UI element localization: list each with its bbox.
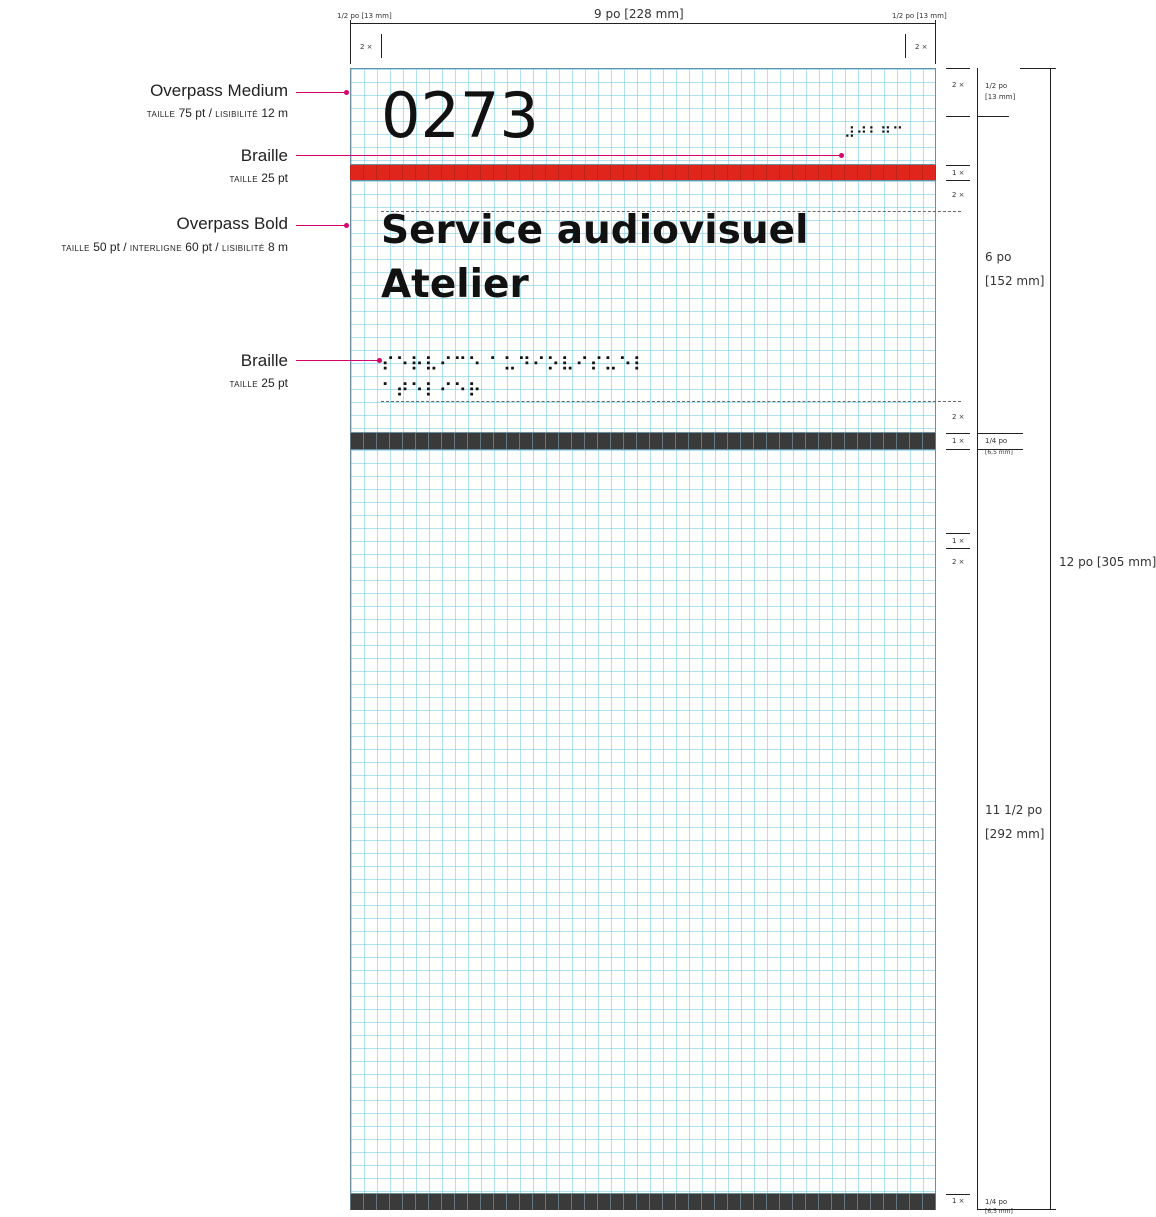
right-dimension-tick [977,116,1009,117]
right-margin-dimension: 1/2 po [13 mm] [892,12,947,20]
dimension-eleven-half-inch-mm: [292 mm] [985,827,1045,841]
left-margin-dimension: 1/2 po [13 mm] [337,12,392,20]
text-area-bottom-guide [381,401,961,402]
unit-label: 2 × [952,413,965,421]
spec-value: 50 pt / [89,240,130,254]
unit-tick [946,533,970,534]
unit-tick [946,1194,970,1195]
top-dimension-tick-left [350,20,351,64]
label-overpass-medium-spec: taille 75 pt / lisibilité 12 m [147,106,288,120]
braille-room-number: ⠼⠚⠃⠛⠉ [844,124,904,142]
dimension-six-inch: 6 po [985,250,1012,264]
spec-caps: taille [229,175,258,184]
left-margin-unit: 2 × [360,43,373,51]
label-overpass-medium: Overpass Medium [150,81,288,100]
label-overpass-bold-spec: taille 50 pt / interligne 60 pt / lisibi… [61,240,288,254]
leader-overpass-medium [296,92,346,93]
leader-braille-bottom [296,360,380,361]
leader-overpass-bold [296,225,346,226]
label-braille-bottom-spec: taille 25 pt [229,376,288,390]
unit-tick [946,116,970,117]
unit-tick [946,449,970,450]
braille-title-line2: ⠁⠞⠑⠇⠊⠑⠗ [381,380,482,402]
label-braille-top-spec: taille 25 pt [229,171,288,185]
spec-value: 8 m [264,240,288,254]
leader-dot-braille-top [839,153,844,158]
unit-label: 2 × [952,558,965,566]
dimension-total-height: 12 po [305 mm] [1059,555,1156,569]
top-dimension-line [350,23,936,24]
unit-tick [946,548,970,549]
right-margin-tick [905,34,906,58]
unit-label: 1 × [952,537,965,545]
label-braille-top: Braille [240,146,288,165]
total-height-tick-bottom [1020,1209,1056,1210]
left-margin-tick [381,34,382,58]
spec-value: 25 pt [257,171,288,185]
leader-dot-overpass-medium [344,90,349,95]
text-area-top-guide [381,211,961,212]
right-margin-unit: 2 × [915,43,928,51]
room-number: 0273 [381,79,539,152]
spec-caps: taille [61,244,90,253]
top-dimension-tick-right [935,20,936,64]
room-title-line1: Service audiovisuel [381,208,809,253]
unit-label: 2 × [952,81,965,89]
spec-value: 60 pt / [181,240,222,254]
dark-band-bottom [350,1194,936,1210]
braille-title-line1: ⠎⠑⠗⠧⠊⠉⠑ ⠁⠥⠙⠊⠕⠧⠊⠎⠥⠑⠇ [381,354,648,376]
label-overpass-bold: Overpass Bold [176,214,289,233]
unit-tick [946,180,970,181]
unit-label: 1 × [952,1197,965,1205]
unit-tick [946,68,970,69]
dimension-half-inch-mm: [13 mm] [985,93,1016,101]
leader-braille-top [296,155,842,156]
sign-lower-panel [350,449,936,1194]
spec-caps: taille [146,110,176,119]
unit-tick [946,165,970,166]
dimension-quarter-inch-bottom: 1/4 po [985,1198,1008,1206]
leader-dot-overpass-bold [344,223,349,228]
room-title-line2: Atelier [381,262,529,307]
unit-label: 2 × [952,191,965,199]
unit-label: 1 × [952,169,965,177]
width-dimension: 9 po [228 mm] [594,7,684,21]
label-braille-bottom: Braille [240,351,288,370]
red-accent-band [350,165,936,180]
leader-dot-braille-bottom [377,358,382,363]
spec-value: 75 pt / [175,106,216,120]
unit-label: 1 × [952,437,965,445]
dimension-quarter-inch-top-mm: [6,5 mm] [985,449,1013,456]
spec-caps: taille [229,380,258,389]
right-dimension-line [977,68,978,1210]
spec-caps: lisibilité [215,110,258,119]
unit-tick [946,433,970,434]
dimension-eleven-half-inch: 11 1/2 po [985,803,1043,817]
dimension-quarter-inch-top: 1/4 po [985,437,1008,445]
dark-band-top [350,433,936,449]
right-dimension-tick [977,433,1023,434]
spec-value: 25 pt [257,376,288,390]
total-height-tick-top [1020,68,1056,69]
spec-caps: lisibilité [221,244,265,253]
dimension-half-inch: 1/2 po [985,82,1008,90]
spec-value: 12 m [257,106,288,120]
spec-caps: interligne [129,244,182,253]
dimension-quarter-inch-bottom-mm: [6,5 mm] [985,1208,1013,1215]
dimension-six-inch-mm: [152 mm] [985,274,1045,288]
total-height-line [1050,68,1051,1210]
